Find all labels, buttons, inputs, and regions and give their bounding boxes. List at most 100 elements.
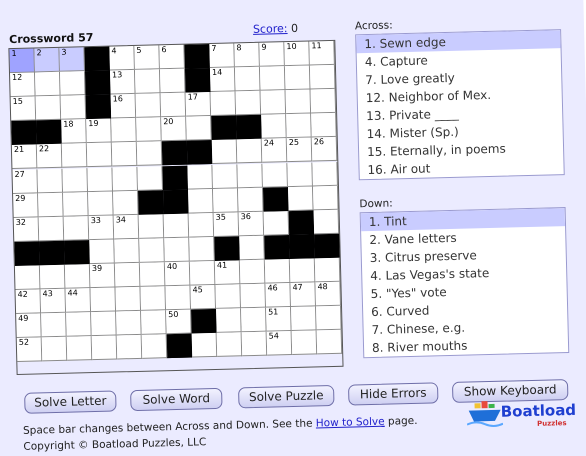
grid-cell[interactable] — [216, 308, 242, 334]
solve-letter-button[interactable]: Solve Letter — [24, 390, 117, 414]
grid-cell[interactable] — [39, 264, 66, 290]
grid-cell[interactable]: 2 — [34, 47, 60, 73]
grid-cell[interactable] — [237, 187, 264, 212]
score-link[interactable]: Score: — [253, 22, 288, 36]
grid-cell[interactable]: 29 — [13, 192, 39, 218]
grid-cell[interactable]: 26 — [311, 137, 338, 162]
hide-errors-button[interactable]: Hide Errors — [347, 382, 439, 406]
grid-cell[interactable] — [38, 216, 65, 242]
grid-cell[interactable] — [90, 287, 117, 313]
grid-cell[interactable] — [312, 161, 338, 186]
grid-cell[interactable] — [136, 117, 162, 143]
grid-cell[interactable] — [141, 334, 168, 360]
grid-cell[interactable] — [159, 68, 186, 94]
grid-cell[interactable] — [91, 311, 117, 337]
grid-cell[interactable] — [239, 235, 265, 261]
grid-cell[interactable] — [14, 265, 41, 290]
grid-cell[interactable] — [164, 237, 190, 263]
solve-puzzle-button[interactable]: Solve Puzzle — [238, 384, 335, 409]
grid-cell[interactable] — [116, 310, 142, 336]
grid-cell[interactable] — [239, 259, 266, 285]
grid-cell[interactable] — [241, 331, 268, 357]
grid-cell[interactable] — [189, 260, 216, 286]
grid-cell[interactable] — [139, 238, 165, 263]
grid-cell[interactable]: 7 — [209, 43, 235, 69]
grid-cell[interactable] — [112, 166, 139, 192]
grid-cell[interactable]: 11 — [309, 40, 335, 66]
grid-cell[interactable]: 1 — [9, 48, 35, 74]
grid-cell[interactable]: 49 — [16, 313, 42, 339]
grid-cell[interactable]: 24 — [261, 138, 288, 164]
grid-cell[interactable] — [309, 64, 336, 90]
grid-cell[interactable]: 40 — [164, 261, 191, 287]
grid-cell[interactable]: 51 — [266, 307, 292, 332]
grid-cell[interactable] — [41, 312, 67, 338]
grid-cell[interactable] — [114, 262, 141, 288]
grid-cell[interactable] — [60, 95, 87, 120]
grid-cell[interactable]: 22 — [36, 144, 63, 169]
grid-cell[interactable]: 50 — [166, 309, 192, 335]
grid-cell[interactable] — [138, 213, 165, 239]
grid-cell[interactable] — [88, 191, 114, 216]
grid-cell[interactable] — [260, 90, 287, 115]
grid-cell[interactable]: 8 — [234, 42, 260, 68]
grid-cell[interactable] — [66, 312, 92, 337]
grid-cell[interactable]: 6 — [159, 44, 185, 70]
grid-cell[interactable] — [316, 305, 342, 331]
grid-cell[interactable] — [136, 141, 163, 167]
boatload-logo[interactable]: Boatload Puzzles — [466, 397, 579, 434]
grid-cell[interactable]: 33 — [88, 215, 115, 240]
grid-cell[interactable]: 46 — [265, 283, 292, 308]
down-clue-list[interactable]: 1. Tint 2. Vane letters 3. Citrus preserve… — [359, 207, 570, 359]
grid-cell[interactable] — [259, 66, 286, 91]
grid-cell[interactable]: 43 — [40, 288, 67, 314]
grid-cell[interactable] — [285, 89, 312, 115]
grid-cell[interactable]: 20 — [161, 116, 187, 142]
grid-cell[interactable] — [135, 93, 162, 119]
grid-cell[interactable] — [212, 187, 239, 213]
grid-cell[interactable]: 34 — [113, 214, 140, 240]
grid-cell[interactable]: 27 — [12, 168, 39, 194]
grid-cell[interactable]: 13 — [109, 70, 136, 95]
grid-cell[interactable] — [210, 91, 237, 117]
grid-cell[interactable] — [116, 335, 143, 360]
grid-cell[interactable] — [234, 66, 261, 92]
grid-cell[interactable] — [62, 167, 89, 193]
grid-cell[interactable] — [287, 186, 314, 211]
solve-word-button[interactable]: Solve Word — [130, 387, 223, 412]
grid-cell[interactable] — [236, 139, 263, 164]
grid-cell[interactable]: 54 — [266, 331, 293, 356]
grid-cell[interactable] — [165, 285, 192, 311]
grid-cell[interactable] — [215, 284, 242, 309]
grid-cell[interactable] — [240, 283, 267, 309]
grid-cell[interactable]: 44 — [65, 288, 92, 313]
grid-cell[interactable] — [186, 116, 212, 141]
grid-cell[interactable]: 32 — [13, 217, 40, 242]
grid-cell[interactable] — [291, 330, 318, 356]
grid-cell[interactable]: 45 — [190, 284, 217, 310]
grid-cell[interactable]: 10 — [284, 41, 310, 67]
grid-cell[interactable] — [262, 162, 288, 188]
grid-cell[interactable] — [216, 332, 243, 358]
grid-cell[interactable] — [134, 69, 161, 94]
grid-cell[interactable] — [289, 258, 316, 283]
grid-cell[interactable] — [237, 163, 263, 188]
grid-cell[interactable] — [314, 257, 341, 283]
grid-cell[interactable]: 25 — [286, 137, 313, 163]
grid-cell[interactable]: 9 — [259, 42, 285, 67]
grid-cell[interactable] — [64, 264, 91, 289]
grid-cell[interactable] — [187, 188, 214, 214]
grid-cell[interactable] — [38, 192, 64, 217]
grid-cell[interactable] — [284, 65, 311, 91]
grid-cell[interactable] — [139, 262, 166, 287]
grid-cell[interactable]: 41 — [214, 260, 241, 285]
grid-cell[interactable]: 5 — [134, 45, 160, 70]
grid-cell[interactable] — [286, 113, 312, 139]
grid-cell[interactable] — [91, 335, 118, 361]
across-clue-item[interactable]: 16. Air out — [359, 156, 563, 179]
grid-cell[interactable] — [191, 333, 218, 358]
grid-cell[interactable] — [313, 209, 340, 235]
grid-cell[interactable]: 14 — [209, 67, 236, 93]
grid-cell[interactable]: 42 — [15, 289, 42, 314]
grid-cell[interactable] — [34, 71, 61, 97]
